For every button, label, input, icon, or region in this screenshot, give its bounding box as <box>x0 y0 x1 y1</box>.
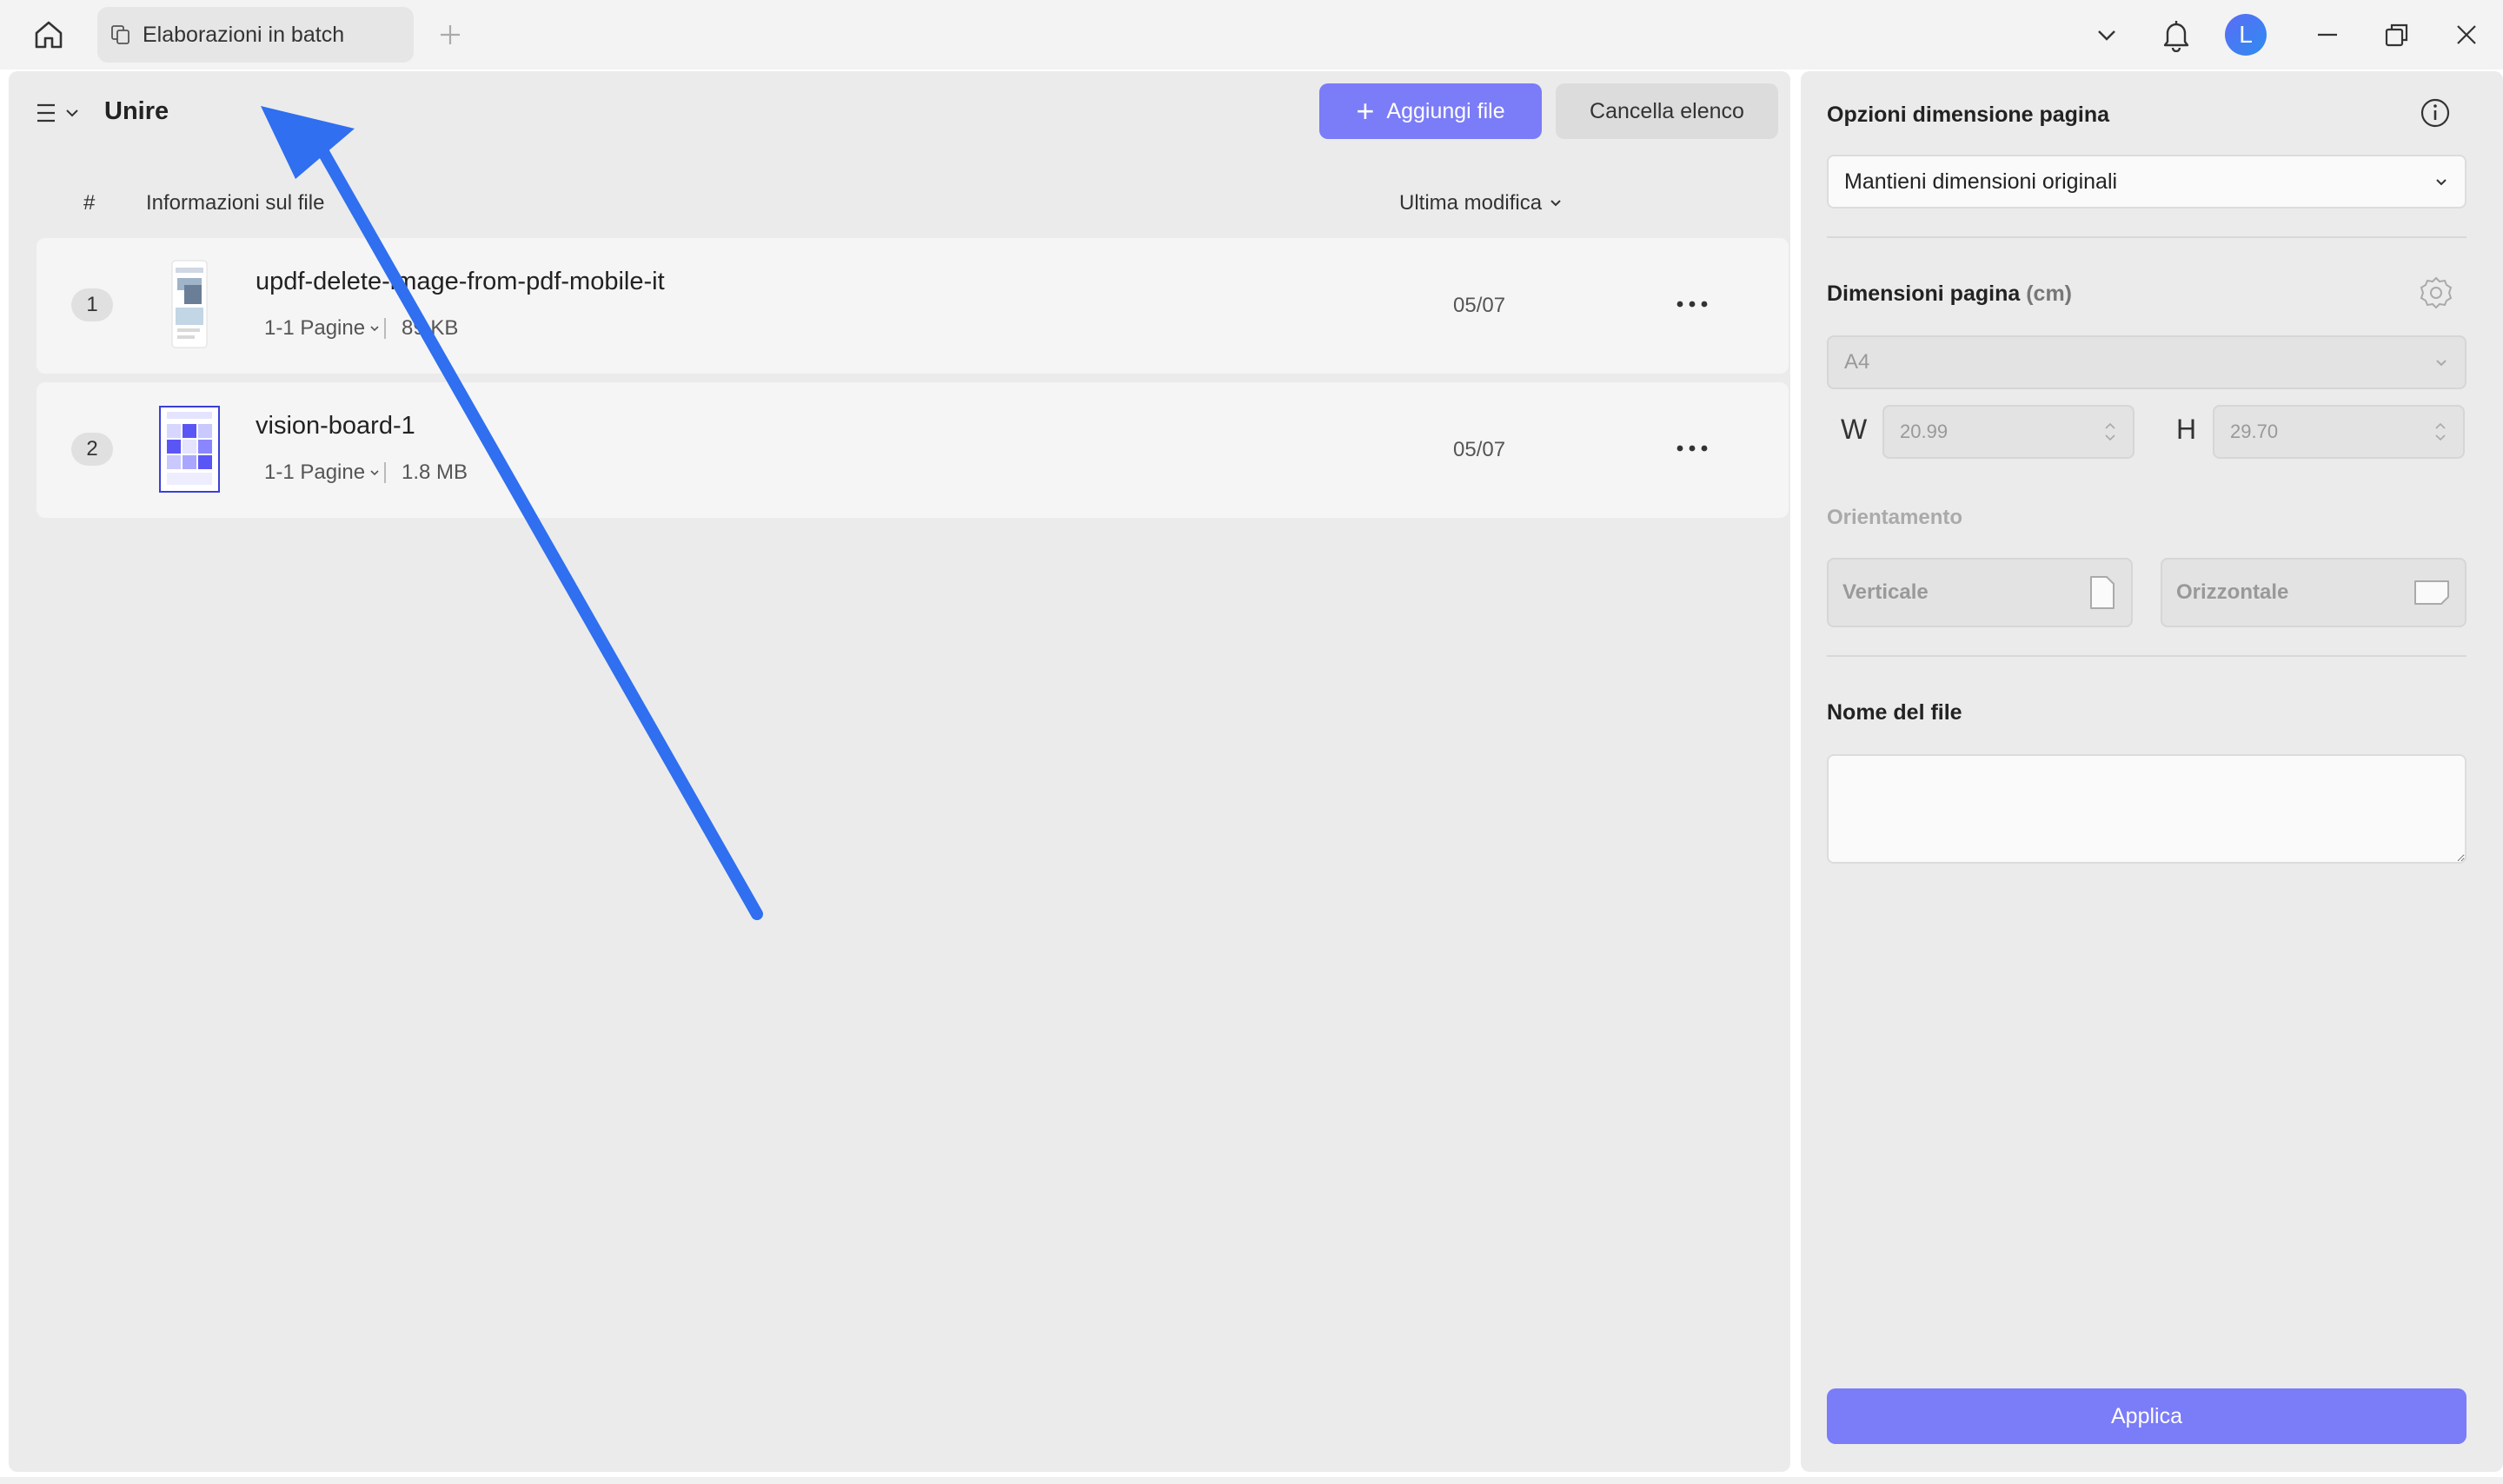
page-size-option-value: Mantieni dimensioni originali <box>1844 169 2118 194</box>
apply-button[interactable]: Applica <box>1827 1388 2466 1444</box>
file-size: 89 KB <box>402 316 459 340</box>
orientation-title: Orientamento <box>1827 506 1963 529</box>
bell-icon <box>2163 21 2189 52</box>
notifications-button[interactable] <box>2155 14 2197 56</box>
chevron-down-icon <box>2098 30 2115 41</box>
add-file-button[interactable]: + Aggiungi file <box>1319 83 1542 139</box>
table-row[interactable]: 2 vision-board-1 1-1 Pagine 1.8 MB 05/07 <box>37 382 1789 518</box>
page-dimensions-title: Dimensioni pagina (cm) <box>1827 282 2072 307</box>
page-range-label: 1-1 Pagine <box>264 316 366 340</box>
more-options-button[interactable] <box>1670 287 1714 321</box>
tab-batch[interactable]: Elaborazioni in batch <box>97 7 414 63</box>
gear-icon[interactable] <box>2418 275 2454 311</box>
page-dimensions-unit: (cm) <box>2026 282 2073 306</box>
home-button[interactable] <box>26 14 71 56</box>
add-file-label: Aggiungi file <box>1386 98 1505 123</box>
page-size-option-select[interactable]: Mantieni dimensioni originali <box>1827 155 2466 209</box>
restore-icon <box>2385 23 2408 47</box>
file-date: 05/07 <box>1453 294 1506 317</box>
restore-button[interactable] <box>2376 14 2418 56</box>
column-header-index: # <box>83 191 96 215</box>
dropdown-button[interactable] <box>2086 14 2128 56</box>
chevron-down-icon <box>370 470 379 476</box>
home-icon <box>35 21 63 49</box>
info-icon[interactable] <box>2418 96 2453 130</box>
page-range-dropdown[interactable]: 1-1 Pagine <box>264 316 381 341</box>
file-thumbnail <box>159 406 220 493</box>
orientation-portrait-button[interactable]: Verticale <box>1827 558 2133 627</box>
landscape-page-icon <box>2414 580 2449 605</box>
file-thumbnail <box>171 260 208 348</box>
more-icon <box>1676 445 1708 452</box>
paper-size-select[interactable]: A4 <box>1827 335 2466 389</box>
stepper-icon[interactable] <box>2103 420 2117 444</box>
height-label: H <box>2176 414 2197 445</box>
user-avatar[interactable]: L <box>2225 14 2267 56</box>
page-range-label: 1-1 Pagine <box>264 460 366 484</box>
divider <box>384 462 386 483</box>
width-label: W <box>1841 414 1868 445</box>
orientation-landscape-button[interactable]: Orizzontale <box>2161 558 2466 627</box>
width-input[interactable]: 20.99 <box>1882 405 2135 459</box>
file-name-input[interactable] <box>1827 754 2466 864</box>
clear-list-button[interactable]: Cancella elenco <box>1556 83 1778 139</box>
tab-label: Elaborazioni in batch <box>143 22 345 47</box>
row-index: 2 <box>71 433 113 466</box>
file-name: updf-delete-image-from-pdf-mobile-it <box>256 268 665 295</box>
plus-icon: + <box>1356 93 1375 129</box>
column-header-info: Informazioni sul file <box>146 191 325 215</box>
orientation-landscape-label: Orizzontale <box>2176 580 2289 604</box>
portrait-page-icon <box>2090 576 2115 609</box>
paper-size-value: A4 <box>1844 350 1870 374</box>
new-tab-button[interactable] <box>433 16 468 54</box>
divider <box>384 318 386 339</box>
page-size-options-title: Opzioni dimensione pagina <box>1827 103 2110 127</box>
column-header-modified[interactable]: Ultima modifica <box>1399 191 1563 215</box>
chevron-down-icon <box>66 109 78 117</box>
column-header-modified-label: Ultima modifica <box>1399 191 1543 215</box>
divider <box>1827 655 2466 657</box>
minimize-icon <box>2318 33 2337 36</box>
page-title: Unire <box>104 97 169 125</box>
file-name-title: Nome del file <box>1827 700 1962 725</box>
page-dimensions-label: Dimensioni pagina <box>1827 282 2021 306</box>
plus-icon <box>441 25 460 44</box>
batch-icon <box>111 25 129 44</box>
table-row[interactable]: 1 updf-delete-image-from-pdf-mobile-it 1… <box>37 238 1789 374</box>
chevron-down-icon <box>2436 360 2447 367</box>
chevron-down-icon <box>2436 179 2447 186</box>
chevron-down-icon <box>1550 200 1561 207</box>
bottom-edge <box>0 1477 2503 1484</box>
stepper-icon[interactable] <box>2433 420 2447 444</box>
file-date: 05/07 <box>1453 438 1506 461</box>
chevron-down-icon <box>370 326 379 332</box>
hamburger-menu-icon <box>37 103 55 123</box>
title-bar: Elaborazioni in batch L <box>0 0 2503 70</box>
more-options-button[interactable] <box>1670 431 1714 466</box>
height-input[interactable]: 29.70 <box>2213 405 2465 459</box>
close-button[interactable] <box>2446 14 2487 56</box>
row-index: 1 <box>71 288 113 321</box>
minimize-button[interactable] <box>2307 14 2348 56</box>
orientation-portrait-label: Verticale <box>1842 580 1929 604</box>
menu-button[interactable] <box>35 96 87 130</box>
file-list-panel: Unire + Aggiungi file Cancella elenco # … <box>9 71 1790 1472</box>
page-range-dropdown[interactable]: 1-1 Pagine <box>264 460 381 485</box>
divider <box>1827 236 2466 238</box>
file-name: vision-board-1 <box>256 412 415 440</box>
more-icon <box>1676 301 1708 308</box>
height-value: 29.70 <box>2230 421 2279 442</box>
settings-panel: Opzioni dimensione pagina Mantieni dimen… <box>1801 71 2503 1472</box>
file-size: 1.8 MB <box>402 460 468 484</box>
width-value: 20.99 <box>1900 421 1949 442</box>
close-icon <box>2457 25 2476 44</box>
